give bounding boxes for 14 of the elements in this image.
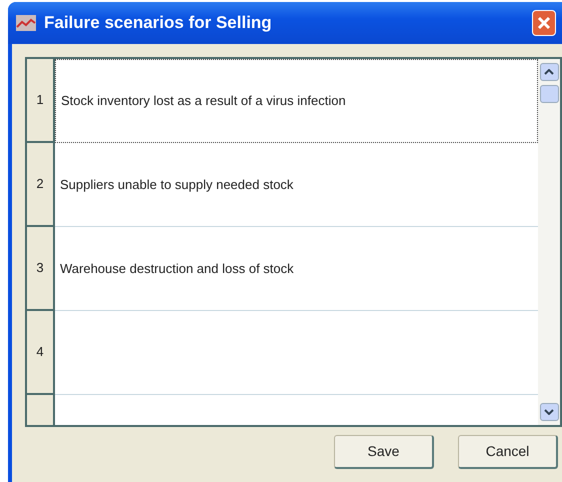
dialog-button[interactable]: Save	[334, 435, 434, 469]
row-header: 2	[27, 143, 55, 227]
close-icon	[537, 16, 551, 30]
scrollbar[interactable]	[538, 59, 560, 425]
scroll-up-icon[interactable]	[540, 63, 558, 81]
app-icon	[16, 15, 36, 31]
row-header: 1	[27, 59, 55, 143]
window-title: Failure scenarios for Selling	[44, 12, 272, 34]
scroll-thumb[interactable]	[540, 85, 558, 103]
dialog-button[interactable]: Cancel	[458, 435, 558, 469]
scroll-down-icon[interactable]	[540, 403, 558, 421]
row-header: 3	[27, 227, 55, 311]
row-header: 4	[27, 311, 55, 395]
close-button[interactable]	[532, 10, 556, 36]
